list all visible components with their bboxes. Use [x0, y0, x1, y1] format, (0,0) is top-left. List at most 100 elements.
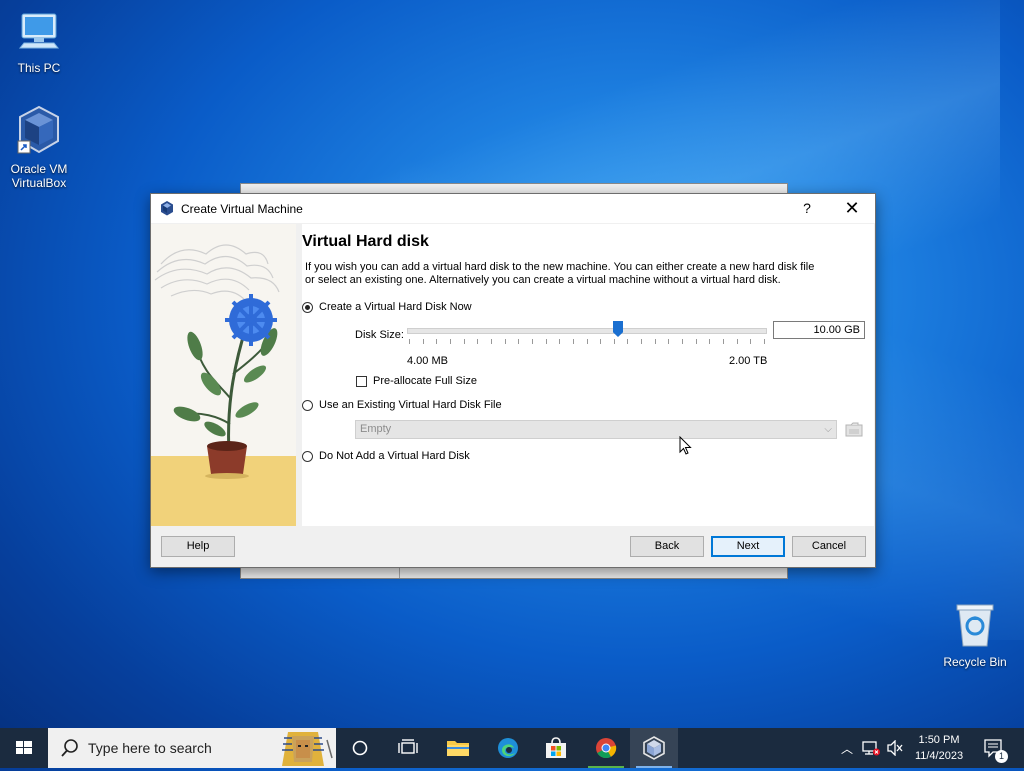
network-status-button[interactable] [860, 728, 882, 768]
folder-icon [845, 422, 863, 437]
back-button[interactable]: Back [630, 536, 704, 557]
cortana-button[interactable] [336, 728, 384, 768]
edge-browser-icon [498, 738, 518, 758]
existing-disk-combo[interactable]: Empty ⌵ [355, 420, 837, 439]
slider-tick [464, 339, 465, 344]
page-description: If you wish you can add a virtual hard d… [305, 261, 815, 286]
desktop-icon-label: This PC [17, 61, 61, 75]
virtualbox-icon [160, 201, 174, 219]
slider-tick [709, 339, 710, 344]
slider-tick [505, 339, 506, 344]
dialog-titlebar[interactable]: Create Virtual Machine ? ✕ [151, 194, 875, 223]
windows-logo-icon [16, 741, 32, 754]
search-icon [60, 738, 80, 761]
slider-tick [682, 339, 683, 344]
slider-tick [436, 339, 437, 344]
disk-size-min-label: 4.00 MB [407, 355, 448, 367]
preallocate-checkbox-row[interactable]: Pre-allocate Full Size [356, 375, 477, 387]
dialog-title: Create Virtual Machine [181, 202, 303, 216]
slider-tick [614, 339, 615, 344]
notification-count-badge: 1 [995, 750, 1008, 763]
network-disconnected-icon [862, 741, 880, 756]
taskbar-clock[interactable]: 1:50 PM 11/4/2023 [904, 732, 974, 764]
slider-tick [532, 339, 533, 344]
slider-tick [737, 339, 738, 344]
disk-size-slider-track[interactable] [407, 328, 767, 334]
speaker-muted-icon [887, 740, 903, 756]
slider-tick [491, 339, 492, 344]
slider-tick [696, 339, 697, 344]
task-view-icon [398, 739, 418, 754]
chrome-browser-icon [596, 738, 617, 759]
cortana-circle-icon [352, 740, 368, 756]
taskbar-virtualbox[interactable] [630, 728, 678, 768]
slider-tick [764, 339, 765, 344]
search-placeholder: Type here to search [88, 740, 212, 756]
disk-size-slider-thumb[interactable] [613, 321, 623, 337]
taskbar-file-explorer[interactable] [434, 728, 482, 768]
existing-disk-combo-value: Empty [360, 423, 392, 435]
radio-use-existing-indicator[interactable] [302, 399, 313, 411]
taskbar-chrome[interactable] [582, 728, 630, 768]
choose-disk-file-button[interactable] [845, 421, 863, 438]
volume-button[interactable] [884, 728, 906, 768]
action-center-button[interactable]: 1 [978, 728, 1010, 768]
chevron-down-icon: ⌵ [824, 424, 832, 435]
recycle-bin-icon [936, 602, 1014, 651]
slider-tick [450, 339, 451, 344]
store-bag-icon [546, 737, 566, 758]
help-question-button[interactable]: ? [797, 200, 817, 216]
chevron-up-icon: ︿ [840, 741, 853, 756]
preallocate-checkbox[interactable] [356, 375, 367, 387]
preallocate-label: Pre-allocate Full Size [373, 375, 477, 387]
start-button[interactable] [0, 728, 48, 768]
radio-create-new-indicator[interactable] [302, 301, 313, 313]
radio-use-existing[interactable]: Use an Existing Virtual Hard Disk File [302, 399, 502, 411]
wizard-content: Virtual Hard disk If you wish you can ad… [302, 224, 874, 526]
radio-create-new-label: Create a Virtual Hard Disk Now [319, 301, 472, 313]
show-hidden-icons-button[interactable]: ︿ [838, 728, 856, 768]
desktop-icon-virtualbox[interactable]: Oracle VM VirtualBox [0, 105, 78, 190]
taskbar-edge[interactable] [484, 728, 532, 768]
desktop-icon-label-line2: VirtualBox [11, 176, 67, 190]
window-divider [399, 568, 400, 578]
slider-tick [559, 339, 560, 344]
disk-size-label: Disk Size: [355, 329, 404, 341]
slider-tick [641, 339, 642, 344]
taskbar: Type here to search ︿ 1:50 PM 11/4/2023 … [0, 728, 1024, 768]
folder-icon [447, 741, 469, 756]
radio-no-disk-indicator[interactable] [302, 450, 313, 462]
slider-tick [750, 339, 751, 344]
disk-size-max-label: 2.00 TB [729, 355, 768, 367]
slider-tick [477, 339, 478, 344]
next-button[interactable]: Next [711, 536, 785, 557]
slider-tick [409, 339, 410, 344]
disk-size-slider-ticks [409, 339, 765, 344]
taskbar-search-box[interactable]: Type here to search [48, 728, 336, 768]
desktop-icon-this-pc[interactable]: This PC [0, 8, 78, 75]
cancel-button[interactable]: Cancel [792, 536, 866, 557]
help-button[interactable]: Help [161, 536, 235, 557]
slider-tick [423, 339, 424, 344]
disk-size-input[interactable]: 10.00 GB [773, 321, 865, 339]
slider-tick [668, 339, 669, 344]
slider-tick [655, 339, 656, 344]
taskbar-microsoft-store[interactable] [532, 728, 580, 768]
radio-no-disk-label: Do Not Add a Virtual Hard Disk [319, 450, 470, 462]
slider-tick [546, 339, 547, 344]
radio-create-new[interactable]: Create a Virtual Hard Disk Now [302, 301, 472, 313]
desktop-icon-label-line1: Oracle VM [10, 162, 68, 176]
radio-use-existing-label: Use an Existing Virtual Hard Disk File [319, 399, 502, 411]
task-view-button[interactable] [384, 728, 432, 768]
computer-icon [0, 8, 78, 57]
virtualbox-icon [643, 736, 665, 760]
slider-tick [587, 339, 588, 344]
virtualbox-icon [0, 105, 78, 158]
slider-tick [627, 339, 628, 344]
radio-no-disk[interactable]: Do Not Add a Virtual Hard Disk [302, 450, 470, 462]
slider-tick [723, 339, 724, 344]
create-vm-dialog: Create Virtual Machine ? ✕ Virtual Hard … [150, 193, 876, 568]
clock-date: 11/4/2023 [914, 750, 964, 762]
desktop-icon-recycle-bin[interactable]: Recycle Bin [936, 602, 1014, 669]
close-button[interactable]: ✕ [837, 198, 867, 219]
